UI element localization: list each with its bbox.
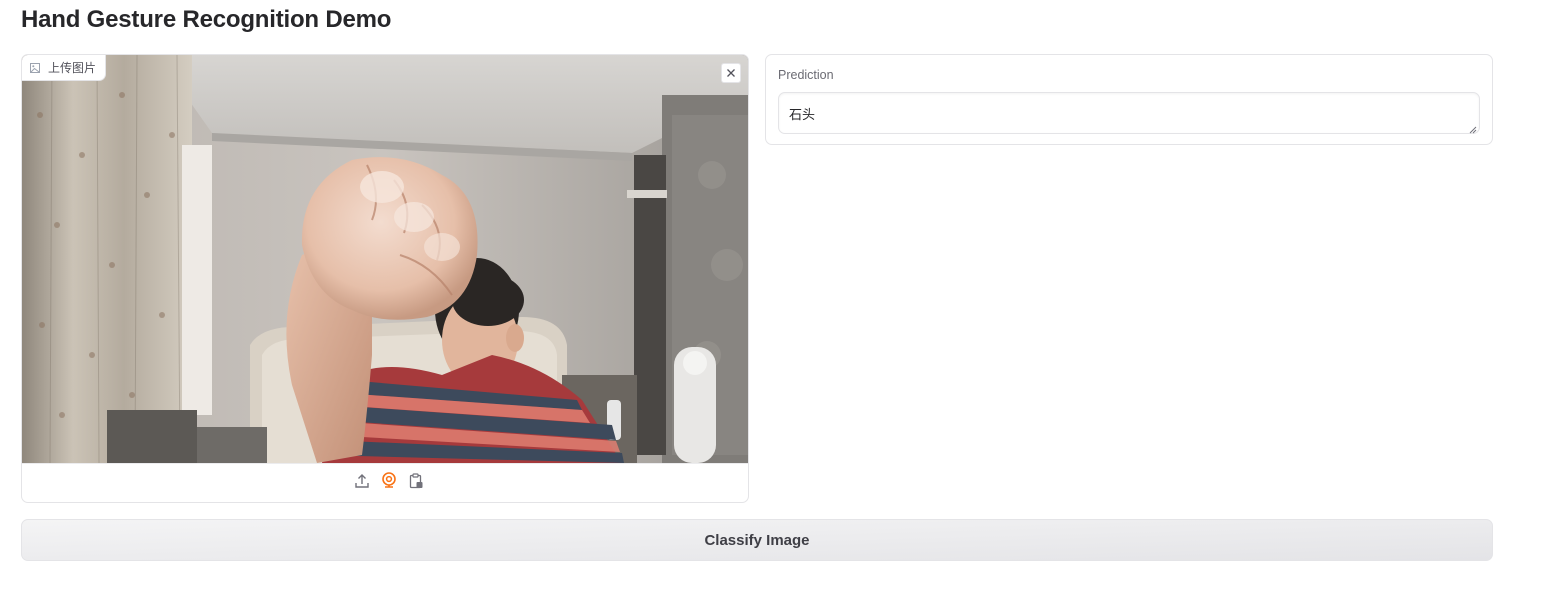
image-input-panel: 上传图片 — [21, 54, 749, 503]
image-source-selector — [22, 463, 748, 502]
upload-source-button[interactable] — [354, 473, 370, 494]
clipboard-source-button[interactable] — [408, 472, 424, 494]
prediction-value: 石头 — [789, 108, 816, 123]
prediction-panel: Prediction 石头 — [765, 54, 1493, 145]
webcam-source-button[interactable] — [381, 471, 397, 495]
image-icon — [30, 62, 40, 73]
upload-icon — [354, 473, 370, 494]
close-icon — [726, 68, 736, 78]
resize-handle-icon[interactable] — [1469, 123, 1477, 134]
clear-image-button[interactable] — [721, 63, 741, 83]
prediction-output[interactable]: 石头 — [778, 92, 1480, 134]
image-input-label: 上传图片 — [22, 55, 107, 81]
webcam-icon — [381, 471, 397, 495]
clipboard-icon — [408, 472, 424, 494]
classify-image-button[interactable]: Classify Image — [21, 519, 1493, 561]
page-title: Hand Gesture Recognition Demo — [21, 6, 392, 33]
prediction-label: Prediction — [778, 68, 834, 82]
image-input-label-text: 上传图片 — [48, 61, 97, 75]
webcam-photo[interactable]: 上传图片 — [22, 55, 748, 463]
